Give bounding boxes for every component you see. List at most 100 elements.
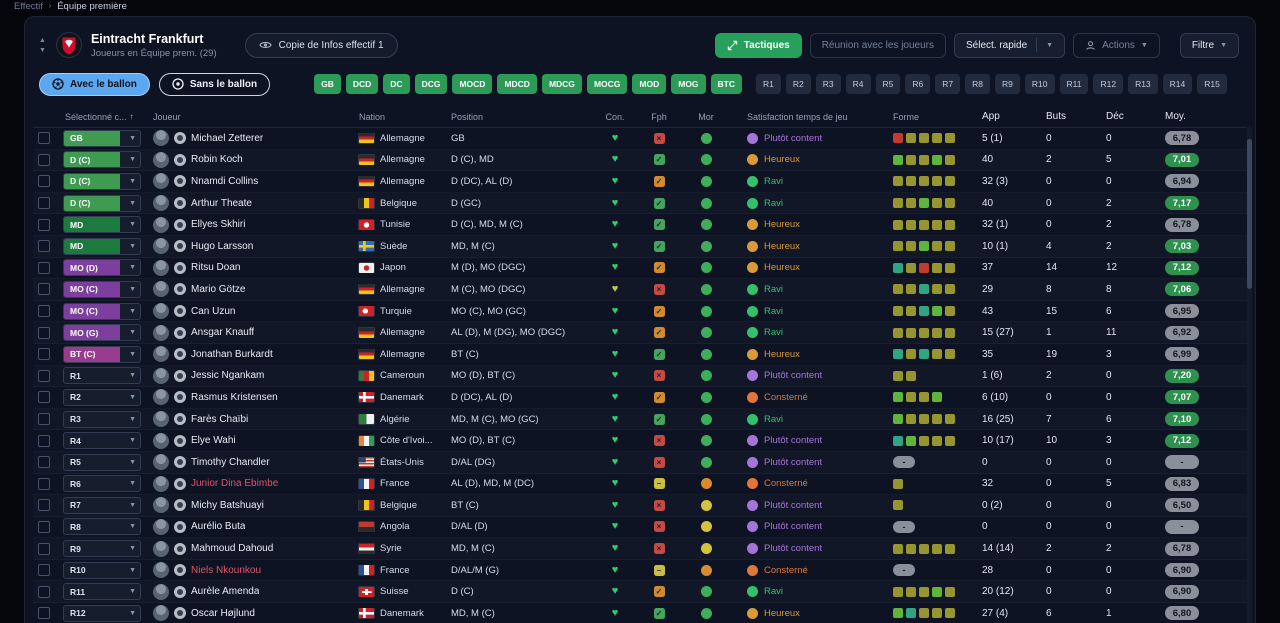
table-row[interactable]: R10 ▼ Niels Nkounkou France D/AL/M (G) ♥…: [33, 560, 1247, 582]
table-row[interactable]: GB ▼ Michael Zetterer Allemagne GB ♥ × P…: [33, 128, 1247, 150]
role-select[interactable]: BT (C) ▼: [63, 345, 141, 363]
player-name[interactable]: Aurèle Amenda: [191, 586, 259, 597]
scrollbar-track[interactable]: [1247, 127, 1252, 623]
player-name[interactable]: Aurélio Buta: [191, 521, 245, 532]
table-row[interactable]: D (C) ▼ Robin Koch Allemagne D (C), MD ♥…: [33, 150, 1247, 172]
row-checkbox[interactable]: [38, 218, 50, 231]
with-ball-toggle[interactable]: Avec le ballon: [39, 72, 150, 96]
role-select[interactable]: MO (C) ▼: [63, 302, 141, 320]
row-checkbox[interactable]: [38, 305, 50, 318]
table-row[interactable]: R8 ▼ Aurélio Buta Angola D/AL (D) ♥ × Pl…: [33, 517, 1247, 539]
filter-R2[interactable]: R2: [785, 74, 811, 94]
filter-MDCD[interactable]: MDCD: [497, 74, 537, 94]
role-select[interactable]: MO (D) ▼: [63, 259, 141, 277]
row-checkbox[interactable]: [38, 391, 50, 404]
col-position[interactable]: Position: [447, 112, 595, 122]
row-checkbox[interactable]: [38, 477, 50, 490]
row-checkbox[interactable]: [38, 348, 50, 361]
role-select[interactable]: R6 ▼: [63, 475, 141, 493]
col-joueur[interactable]: Joueur: [145, 112, 355, 122]
table-row[interactable]: MO (C) ▼ Can Uzun Turquie MO (C), MO (GC…: [33, 301, 1247, 323]
col-satisfaction[interactable]: Satisfaction temps de jeu: [729, 112, 875, 122]
filter-R13[interactable]: R13: [1128, 74, 1158, 94]
row-checkbox[interactable]: [38, 413, 50, 426]
row-checkbox[interactable]: [38, 175, 50, 188]
row-checkbox[interactable]: [38, 283, 50, 296]
row-checkbox[interactable]: [38, 369, 50, 382]
filter-MOG[interactable]: MOG: [671, 74, 706, 94]
player-name[interactable]: Michy Batshuayi: [191, 500, 264, 511]
role-select[interactable]: R1 ▼: [63, 367, 141, 385]
filter-R1[interactable]: R1: [756, 74, 781, 94]
table-row[interactable]: MD ▼ Hugo Larsson Suède MD, M (C) ♥ ✓ He…: [33, 236, 1247, 258]
role-select[interactable]: MO (C) ▼: [63, 280, 141, 298]
role-select[interactable]: R4 ▼: [63, 432, 141, 450]
filter-R6[interactable]: R6: [905, 74, 931, 94]
row-checkbox[interactable]: [38, 607, 50, 620]
player-name[interactable]: Mario Götze: [191, 284, 245, 295]
next-team-icon[interactable]: ▼: [39, 47, 46, 54]
filter-R11[interactable]: R11: [1059, 74, 1089, 94]
row-checkbox[interactable]: [38, 499, 50, 512]
player-name[interactable]: Oscar Højlund: [191, 608, 255, 619]
filter-MOCG[interactable]: MOCG: [586, 74, 628, 94]
row-checkbox[interactable]: [38, 132, 50, 145]
table-row[interactable]: R1 ▼ Jessic Ngankam Cameroun MO (D), BT …: [33, 366, 1247, 388]
player-name[interactable]: Hugo Larsson: [191, 241, 253, 252]
role-select[interactable]: MD ▼: [63, 216, 141, 234]
player-name[interactable]: Ellyes Skhiri: [191, 219, 245, 230]
table-row[interactable]: MO (D) ▼ Ritsu Doan Japon M (D), MO (DGC…: [33, 258, 1247, 280]
player-name[interactable]: Arthur Theate: [191, 198, 252, 209]
role-select[interactable]: R11 ▼: [63, 583, 141, 601]
table-row[interactable]: R2 ▼ Rasmus Kristensen Danemark D (DC), …: [33, 387, 1247, 409]
role-select[interactable]: D (C) ▼: [63, 172, 141, 190]
filter-DC[interactable]: DC: [383, 74, 410, 94]
breadcrumb-section[interactable]: Effectif: [14, 1, 43, 12]
player-name[interactable]: Ritsu Doan: [191, 262, 240, 273]
table-row[interactable]: BT (C) ▼ Jonathan Burkardt Allemagne BT …: [33, 344, 1247, 366]
col-moy[interactable]: Moy.: [1151, 111, 1207, 122]
table-row[interactable]: R5 ▼ Timothy Chandler États-Unis D/AL (D…: [33, 452, 1247, 474]
team-meeting-button[interactable]: Réunion avec les joueurs: [809, 32, 946, 58]
role-select[interactable]: R8 ▼: [63, 518, 141, 536]
player-name[interactable]: Michael Zetterer: [191, 133, 263, 144]
col-morale[interactable]: Mor: [683, 112, 729, 122]
player-name[interactable]: Elye Wahi: [191, 435, 236, 446]
row-checkbox[interactable]: [38, 240, 50, 253]
filter-R15[interactable]: R15: [1197, 74, 1227, 94]
quick-select-button[interactable]: Sélect. rapide ▼: [954, 32, 1066, 58]
prev-team-icon[interactable]: ▲: [39, 37, 46, 44]
col-dec[interactable]: Déc: [1089, 111, 1151, 122]
filter-MOD[interactable]: MOD: [632, 74, 667, 94]
row-checkbox[interactable]: [38, 153, 50, 166]
row-checkbox[interactable]: [38, 542, 50, 555]
col-buts[interactable]: Buts: [1031, 111, 1089, 122]
player-name[interactable]: Timothy Chandler: [191, 457, 270, 468]
filter-R3[interactable]: R3: [815, 74, 841, 94]
player-name[interactable]: Niels Nkounkou: [191, 565, 261, 576]
filter-MOCD[interactable]: MOCD: [452, 74, 493, 94]
row-checkbox[interactable]: [38, 520, 50, 533]
role-select[interactable]: R2 ▼: [63, 388, 141, 406]
col-forme[interactable]: Forme: [875, 112, 969, 122]
table-row[interactable]: R4 ▼ Elye Wahi Côte d'Ivoi... MO (D), BT…: [33, 430, 1247, 452]
actions-button[interactable]: Actions ▼: [1073, 32, 1160, 58]
role-select[interactable]: R5 ▼: [63, 453, 141, 471]
table-row[interactable]: R3 ▼ Farès Chaïbi Algérie MD, M (C), MO …: [33, 409, 1247, 431]
table-row[interactable]: D (C) ▼ Nnamdi Collins Allemagne D (DC),…: [33, 171, 1247, 193]
filter-R8[interactable]: R8: [965, 74, 991, 94]
table-row[interactable]: MO (C) ▼ Mario Götze Allemagne M (C), MO…: [33, 279, 1247, 301]
table-row[interactable]: R12 ▼ Oscar Højlund Danemark MD, M (C) ♥…: [33, 603, 1247, 623]
without-ball-toggle[interactable]: Sans le ballon: [158, 72, 271, 96]
player-name[interactable]: Rasmus Kristensen: [191, 392, 278, 403]
row-checkbox[interactable]: [38, 197, 50, 210]
role-select[interactable]: D (C) ▼: [63, 151, 141, 169]
player-name[interactable]: Can Uzun: [191, 306, 235, 317]
col-condition[interactable]: Con.: [595, 112, 635, 122]
row-checkbox[interactable]: [38, 326, 50, 339]
player-name[interactable]: Junior Dina Ebimbe: [191, 478, 278, 489]
role-select[interactable]: GB ▼: [63, 129, 141, 147]
table-row[interactable]: MO (G) ▼ Ansgar Knauff Allemagne AL (D),…: [33, 322, 1247, 344]
role-select[interactable]: R7 ▼: [63, 496, 141, 514]
filter-R5[interactable]: R5: [875, 74, 901, 94]
